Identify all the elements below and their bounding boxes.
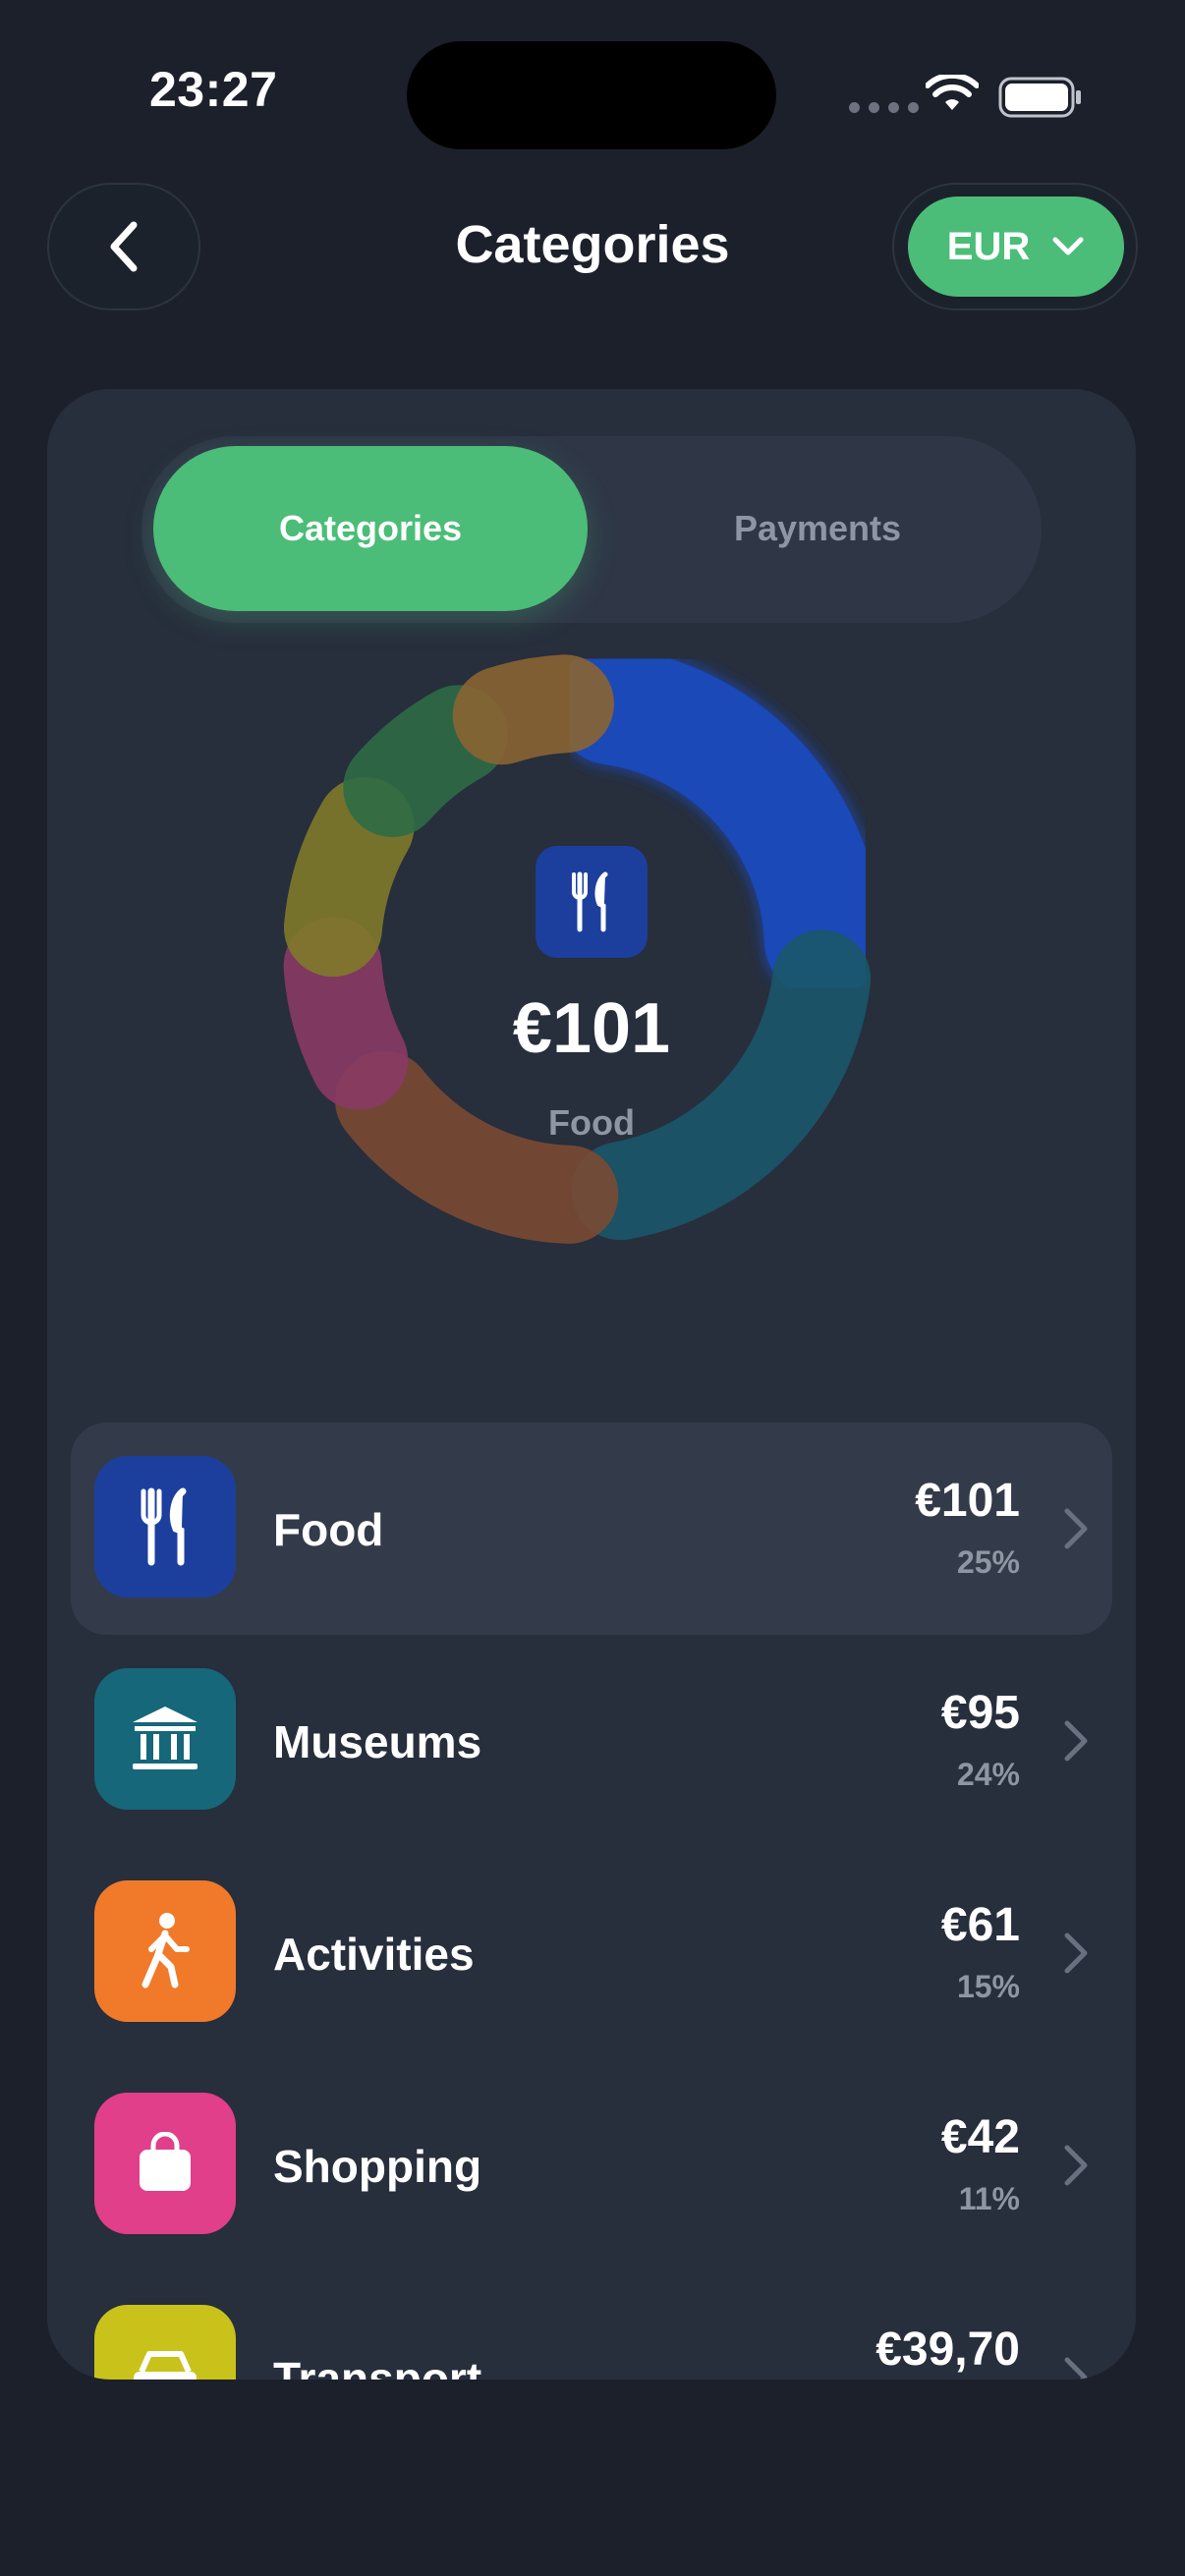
chevron-right-icon <box>1064 2145 1088 2186</box>
categories-card: Categories Payments €101 Food Food €101 … <box>47 389 1136 2380</box>
donut-segment-orange[interactable] <box>452 654 614 765</box>
category-row-food[interactable]: Food €101 25% <box>71 1423 1112 1635</box>
category-amount: €101 <box>915 1475 1020 1527</box>
transport-icon-tile <box>94 2305 236 2380</box>
category-name: Activities <box>273 1929 475 1980</box>
car-icon <box>134 2351 197 2380</box>
wifi-icon <box>926 75 979 110</box>
tab-categories[interactable]: Categories <box>153 446 588 611</box>
category-amount: €42 <box>940 2111 1020 2163</box>
museum-icon <box>133 1707 198 1769</box>
category-amount: €61 <box>940 1899 1020 1951</box>
activities-icon-tile <box>94 1880 236 2022</box>
category-row-museums[interactable]: Museums €95 24% <box>71 1635 1112 1847</box>
category-percent: 25% <box>956 1544 1020 1580</box>
category-amount: €95 <box>940 1687 1020 1739</box>
cellular-signal-icon <box>849 102 919 113</box>
fork-knife-icon <box>141 1487 187 1566</box>
category-name: Shopping <box>273 2141 482 2192</box>
currency-button[interactable]: EUR <box>908 196 1124 297</box>
selected-category-amount: €101 <box>512 989 671 1068</box>
category-name: Transport <box>273 2353 482 2380</box>
food-icon-tile <box>94 1456 236 1597</box>
chevron-right-icon <box>1064 1720 1088 1762</box>
tab-payments[interactable]: Payments <box>603 446 1032 611</box>
donut-segment-green[interactable] <box>343 685 508 837</box>
category-list: Food €101 25% Museums €95 24% Activities… <box>71 1423 1112 2380</box>
category-percent: 24% <box>956 1757 1020 1792</box>
category-percent: 11% <box>958 2181 1020 2216</box>
segmented-control: Categories Payments <box>141 436 1042 623</box>
donut-segment-transport[interactable] <box>283 777 415 978</box>
walking-icon <box>141 1913 190 1988</box>
currency-label: EUR <box>946 224 1031 268</box>
category-amount: €39,70 <box>875 2324 1020 2376</box>
fork-knife-icon <box>572 871 608 932</box>
category-row-shopping[interactable]: Shopping €42 11% <box>71 2059 1112 2271</box>
currency-selector: EUR <box>892 183 1138 310</box>
selected-category-icon <box>536 846 648 958</box>
chevron-right-icon <box>1064 1508 1088 1549</box>
chevron-down-icon <box>1052 237 1084 255</box>
battery-icon <box>998 77 1081 118</box>
museums-icon-tile <box>94 1668 236 1810</box>
category-name: Museums <box>273 1716 482 1767</box>
category-row-activities[interactable]: Activities €61 15% <box>71 1847 1112 2059</box>
dynamic-island <box>407 41 776 149</box>
chevron-right-icon <box>1064 1932 1088 1974</box>
chevron-right-icon <box>1064 2357 1088 2380</box>
shopping-icon-tile <box>94 2093 236 2234</box>
category-percent: 15% <box>956 1969 1020 2004</box>
status-time: 23:27 <box>149 62 278 117</box>
shopping-bag-icon <box>140 2132 191 2191</box>
category-row-transport[interactable]: Transport €39,70 <box>71 2271 1112 2380</box>
selected-category-label: Food <box>548 1102 635 1143</box>
category-name: Food <box>273 1504 384 1555</box>
